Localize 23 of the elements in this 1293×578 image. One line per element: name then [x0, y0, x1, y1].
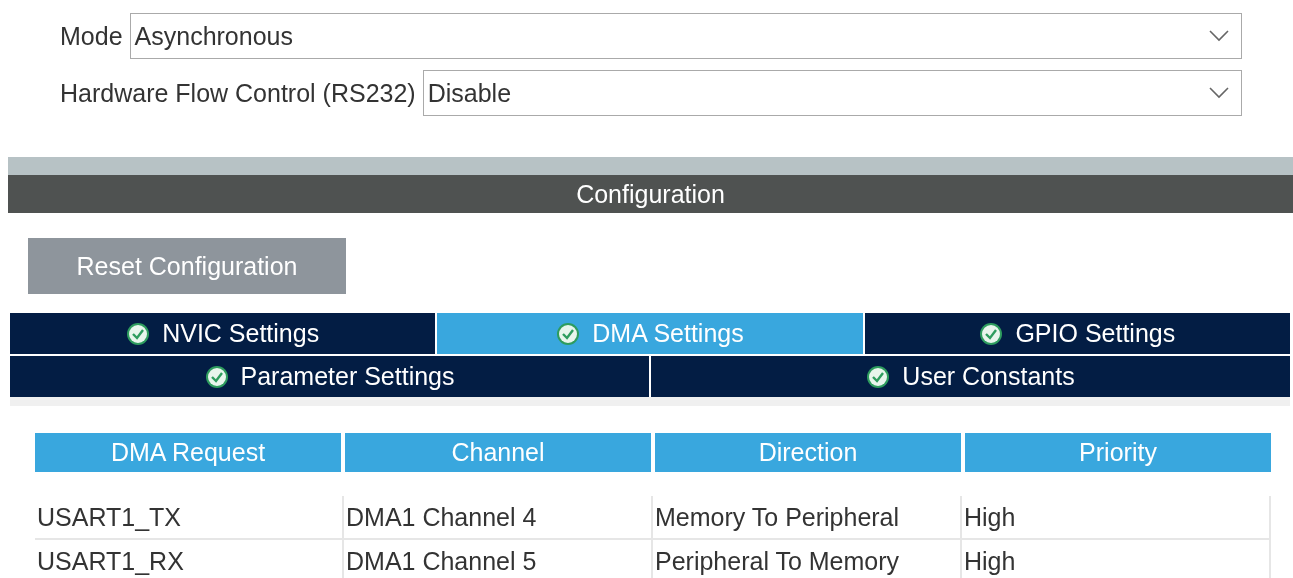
tab[interactable]: GPIO Settings — [864, 313, 1290, 354]
chevron-down-icon — [1209, 30, 1229, 42]
table-cell: DMA1 Channel 4 — [344, 496, 653, 538]
table-cell: DMA1 Channel 5 — [344, 540, 653, 578]
table-cell: Peripheral To Memory — [653, 540, 962, 578]
tab[interactable]: Parameter Settings — [10, 356, 649, 397]
column-header: Priority — [965, 433, 1271, 472]
field-label: Hardware Flow Control (RS232) — [60, 78, 416, 108]
table-cell: High — [962, 540, 1271, 578]
tab[interactable]: User Constants — [651, 356, 1290, 397]
column-header: Direction — [655, 433, 961, 472]
column-header: Channel — [345, 433, 651, 472]
table-cell: Memory To Peripheral — [653, 496, 962, 538]
table-cell: USART1_RX — [35, 540, 344, 578]
column-header: DMA Request — [35, 433, 341, 472]
section-header: Configuration — [8, 175, 1293, 213]
table-cell: High — [962, 496, 1271, 538]
dropdown-field[interactable]: Disable — [422, 70, 1242, 116]
chevron-down-icon — [1209, 87, 1229, 99]
tab[interactable]: NVIC Settings — [10, 313, 436, 354]
field-label: Mode — [60, 21, 123, 51]
table-cell: USART1_TX — [35, 496, 344, 538]
dropdown-field[interactable]: Asynchronous — [129, 13, 1242, 59]
